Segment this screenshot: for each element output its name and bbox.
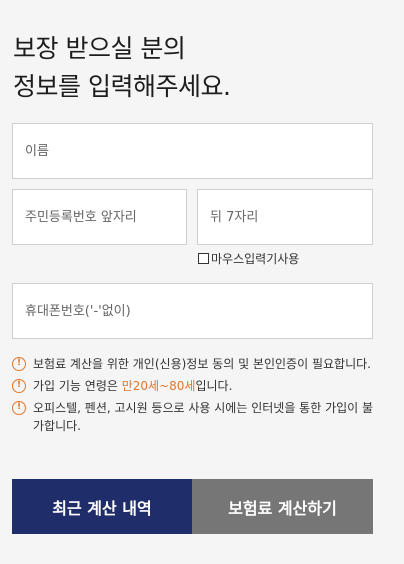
notice-text: 가입 기능 연령은 만20세~80세입니다. (33, 377, 232, 395)
mouse-input-toggle[interactable]: 마우스입력기사용 (198, 250, 299, 267)
notice-text: 오피스텔, 펜션, 고시원 등으로 사용 시에는 인터넷을 통한 가입이 불가합… (33, 401, 374, 433)
notice-list: ! 보험료 계산을 위한 개인(신용)정보 동의 및 본인인증이 필요합니다. … (12, 355, 374, 439)
page-title: 보장 받으실 분의 정보를 입력해주세요. (13, 30, 231, 106)
page-title-line1: 보장 받으실 분의 (13, 34, 186, 63)
mouse-input-label: 마우스입력기사용 (211, 252, 300, 266)
recent-calculation-button[interactable]: 최근 계산 내역 (12, 479, 192, 534)
notice-item: ! 오피스텔, 펜션, 고시원 등으로 사용 시에는 인터넷을 통한 가입이 불… (12, 399, 374, 435)
age-range-highlight: 만20세~80세 (121, 379, 196, 393)
name-field-box (12, 123, 373, 179)
name-input[interactable] (13, 124, 372, 178)
notice-item: ! 보험료 계산을 위한 개인(신용)정보 동의 및 본인인증이 필요합니다. (12, 355, 374, 373)
jumin-back-input[interactable] (198, 190, 372, 244)
phone-input[interactable] (13, 284, 372, 338)
phone-field-box (12, 283, 373, 339)
exclamation-circle-icon: ! (12, 357, 26, 371)
jumin-back-box (197, 189, 373, 245)
page-title-line2: 정보를 입력해주세요. (13, 72, 231, 101)
calculate-premium-button[interactable]: 보험료 계산하기 (192, 479, 373, 534)
notice-text: 보험료 계산을 위한 개인(신용)정보 동의 및 본인인증이 필요합니다. (33, 357, 371, 371)
jumin-front-input[interactable] (13, 190, 186, 244)
jumin-front-box (12, 189, 187, 245)
notice-item: ! 가입 기능 연령은 만20세~80세입니다. (12, 377, 374, 395)
notice-prefix: 가입 기능 연령은 (33, 379, 122, 393)
exclamation-circle-icon: ! (12, 379, 26, 393)
exclamation-circle-icon: ! (12, 401, 26, 415)
notice-suffix: 입니다. (195, 379, 233, 393)
mouse-input-checkbox[interactable] (198, 253, 209, 264)
